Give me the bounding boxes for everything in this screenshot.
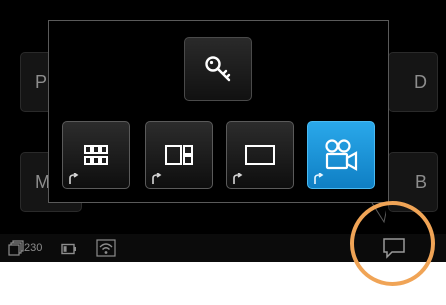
corner-arrow-icon: [69, 173, 79, 184]
key-button[interactable]: [184, 37, 252, 101]
corner-arrow-icon: [314, 173, 324, 184]
highlight-ring: [350, 201, 435, 286]
wifi-icon: [96, 239, 116, 257]
corner-arrow-icon: [233, 173, 243, 184]
layout-split-button[interactable]: [145, 121, 213, 189]
layers-icon: [8, 240, 24, 256]
corner-arrow-icon: [152, 173, 162, 184]
key-icon: [205, 56, 231, 82]
layout-camera-button[interactable]: [307, 121, 375, 189]
battery-icon: [61, 243, 76, 255]
background-tile-label: P: [35, 71, 48, 92]
single-layout-icon: [245, 145, 275, 165]
status-count: 230: [24, 242, 43, 254]
background-tile-label: B: [414, 171, 427, 192]
layout-single-button[interactable]: [226, 121, 294, 189]
layout-grid-button[interactable]: [62, 121, 130, 189]
background-tile-label: D: [414, 71, 427, 92]
video-camera-icon: [325, 139, 358, 171]
split-layout-icon: [165, 145, 193, 165]
background-tile-d[interactable]: D: [388, 52, 438, 112]
grid-3x2-icon: [84, 145, 108, 165]
